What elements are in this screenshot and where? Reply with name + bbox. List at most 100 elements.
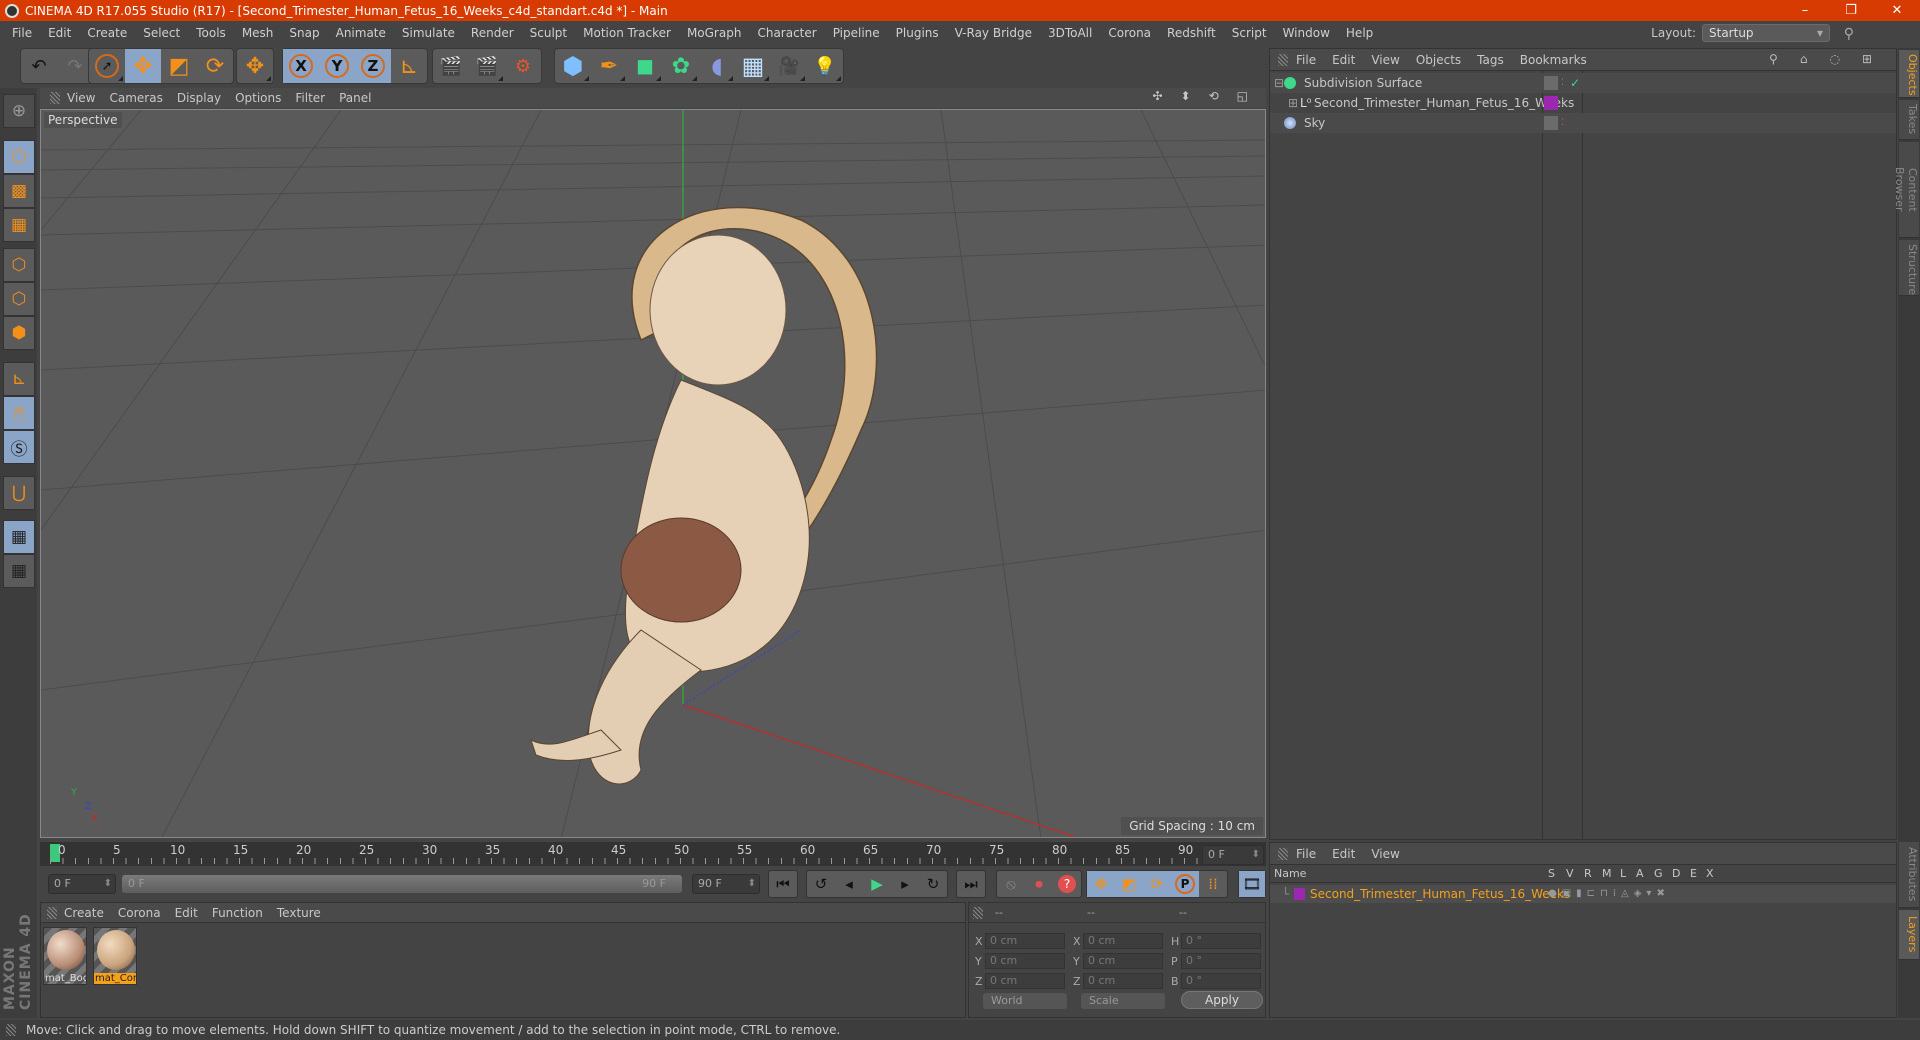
- render-view-button[interactable]: 🎬: [433, 49, 469, 83]
- column-animation[interactable]: A: [1636, 867, 1644, 880]
- menu-edit[interactable]: Edit: [40, 26, 79, 40]
- menu-help[interactable]: Help: [1338, 26, 1381, 40]
- layer-color-tag[interactable]: [1544, 96, 1558, 110]
- timeline-ruler[interactable]: 0 5 10 15 20 25 30 35 40 45 50 55 60 65 …: [40, 842, 1266, 866]
- layers-menu-edit[interactable]: Edit: [1324, 847, 1363, 861]
- menu-create[interactable]: Create: [79, 26, 135, 40]
- tab-content-browser[interactable]: Content Browser: [1893, 142, 1919, 238]
- menu-corona[interactable]: Corona: [1100, 26, 1159, 40]
- orbit-icon[interactable]: ⟲: [1202, 89, 1226, 103]
- layout-dropdown[interactable]: Startup: [1702, 24, 1830, 42]
- menu-pipeline[interactable]: Pipeline: [825, 26, 888, 40]
- material-swatch[interactable]: mat_Boc: [43, 927, 87, 985]
- y-axis-lock-button[interactable]: Y: [319, 49, 355, 83]
- rotate-tool-button[interactable]: ⟳: [197, 49, 233, 83]
- magnet-button[interactable]: ⋃: [3, 476, 35, 510]
- object-name[interactable]: Second_Trimester_Human_Fetus_16_Weeks: [1314, 93, 1574, 113]
- camera-button[interactable]: 🎥: [771, 49, 807, 83]
- menu-vray-bridge[interactable]: V-Ray Bridge: [947, 26, 1040, 40]
- pos-x-field[interactable]: 0 cm: [985, 933, 1065, 949]
- tweak-mode-button[interactable]: 🖱: [3, 396, 35, 430]
- coordinate-system-button[interactable]: ⊾: [391, 49, 427, 83]
- eye-icon[interactable]: ◌: [1821, 52, 1847, 66]
- texture-mode-button[interactable]: ▩: [3, 174, 35, 208]
- play-button[interactable]: ▶: [863, 871, 891, 897]
- visibility-dots[interactable]: ⁚: [1561, 113, 1564, 133]
- apply-button[interactable]: Apply: [1181, 991, 1263, 1009]
- key-scale-button[interactable]: ◩: [1115, 871, 1143, 897]
- move-tool-button[interactable]: ✥: [125, 49, 161, 83]
- deformer-button[interactable]: ◖: [699, 49, 735, 83]
- workplane-mode-button[interactable]: ▦: [3, 208, 35, 242]
- display-tag[interactable]: [1544, 116, 1558, 130]
- maximize-viewport-icon[interactable]: ◱: [1230, 89, 1255, 103]
- menu-mograph[interactable]: MoGraph: [679, 26, 750, 40]
- menu-sculpt[interactable]: Sculpt: [522, 26, 575, 40]
- coordinate-space-dropdown[interactable]: World: [983, 993, 1067, 1009]
- z-axis-lock-button[interactable]: Z: [355, 49, 391, 83]
- key-position-button[interactable]: ✥: [1087, 871, 1115, 897]
- pan-icon[interactable]: ✣: [1145, 89, 1169, 103]
- undo-button[interactable]: ↶: [21, 49, 57, 83]
- menu-plugins[interactable]: Plugins: [888, 26, 947, 40]
- size-mode-dropdown[interactable]: Scale: [1081, 993, 1165, 1009]
- floor-button[interactable]: ▦: [735, 49, 771, 83]
- goto-start-button[interactable]: ⏮: [769, 871, 797, 897]
- pen-button[interactable]: ✒: [591, 49, 627, 83]
- menu-render[interactable]: Render: [463, 26, 522, 40]
- end-frame-field[interactable]: 90 F: [692, 874, 760, 894]
- layers-menu-file[interactable]: File: [1288, 847, 1324, 861]
- column-locked[interactable]: L: [1620, 867, 1626, 880]
- prev-frame-button[interactable]: ◂: [835, 871, 863, 897]
- material-menu-create[interactable]: Create: [57, 906, 111, 920]
- material-swatch[interactable]: mat_Cor: [93, 927, 137, 985]
- rot-p-field[interactable]: 0 °: [1181, 953, 1261, 969]
- close-button[interactable]: ✕: [1874, 0, 1920, 21]
- rot-h-field[interactable]: 0 °: [1181, 933, 1261, 949]
- expand-icon[interactable]: ⊞: [1288, 93, 1298, 113]
- menu-character[interactable]: Character: [749, 26, 824, 40]
- tab-structure[interactable]: Structure: [1899, 240, 1919, 296]
- object-row[interactable]: ⊟ Subdivision Surface ⁚ ✓: [1270, 73, 1896, 93]
- column-view[interactable]: V: [1566, 867, 1574, 880]
- restore-button[interactable]: ❐: [1828, 0, 1874, 21]
- menu-3dtoall[interactable]: 3DToAll: [1040, 26, 1100, 40]
- polygons-mode-button[interactable]: ⬢: [3, 316, 35, 350]
- collapse-icon[interactable]: ⊟: [1274, 73, 1284, 93]
- light-button[interactable]: 💡: [807, 49, 843, 83]
- objects-menu-objects[interactable]: Objects: [1408, 53, 1469, 67]
- size-x-field[interactable]: 0 cm: [1083, 933, 1163, 949]
- material-menu-texture[interactable]: Texture: [270, 906, 328, 920]
- objects-menu-bookmarks[interactable]: Bookmarks: [1512, 53, 1595, 67]
- viewport-camera-label[interactable]: Perspective: [44, 112, 122, 128]
- menu-script[interactable]: Script: [1224, 26, 1275, 40]
- viewport-menu-filter[interactable]: Filter: [288, 91, 332, 105]
- display-tag[interactable]: [1544, 76, 1558, 90]
- column-render[interactable]: R: [1584, 867, 1592, 880]
- column-solo[interactable]: S: [1548, 867, 1555, 880]
- new-view-icon[interactable]: ⊞: [1854, 52, 1880, 66]
- viewport-menu-options[interactable]: Options: [228, 91, 288, 105]
- key-rotation-button[interactable]: ⟳: [1143, 871, 1171, 897]
- visibility-dots[interactable]: ⁚: [1561, 73, 1564, 93]
- tab-takes[interactable]: Takes: [1899, 100, 1919, 140]
- tab-attributes[interactable]: Attributes: [1899, 842, 1919, 908]
- home-icon[interactable]: ⌂: [1792, 52, 1816, 66]
- x-axis-lock-button[interactable]: X: [283, 49, 319, 83]
- layers-menu-view[interactable]: View: [1363, 847, 1407, 861]
- zoom-icon[interactable]: ⬍: [1174, 89, 1198, 103]
- axis-mode-button[interactable]: ⊾: [3, 362, 35, 396]
- render-to-picture-viewer-button[interactable]: 🎬: [469, 49, 505, 83]
- column-generators[interactable]: G: [1654, 867, 1663, 880]
- column-expressions[interactable]: E: [1690, 867, 1697, 880]
- tab-layers[interactable]: Layers: [1899, 910, 1919, 960]
- menu-select[interactable]: Select: [135, 26, 188, 40]
- last-tool-button[interactable]: ✥: [237, 49, 273, 83]
- edges-mode-button[interactable]: ⬡: [3, 282, 35, 316]
- menu-snap[interactable]: Snap: [281, 26, 327, 40]
- layer-row[interactable]: └ Second_Trimester_Human_Fetus_16_Weeks …: [1270, 885, 1896, 903]
- objects-menu-file[interactable]: File: [1288, 53, 1324, 67]
- pos-z-field[interactable]: 0 cm: [985, 973, 1065, 989]
- material-menu-edit[interactable]: Edit: [168, 906, 205, 920]
- fetus-model[interactable]: [530, 206, 878, 785]
